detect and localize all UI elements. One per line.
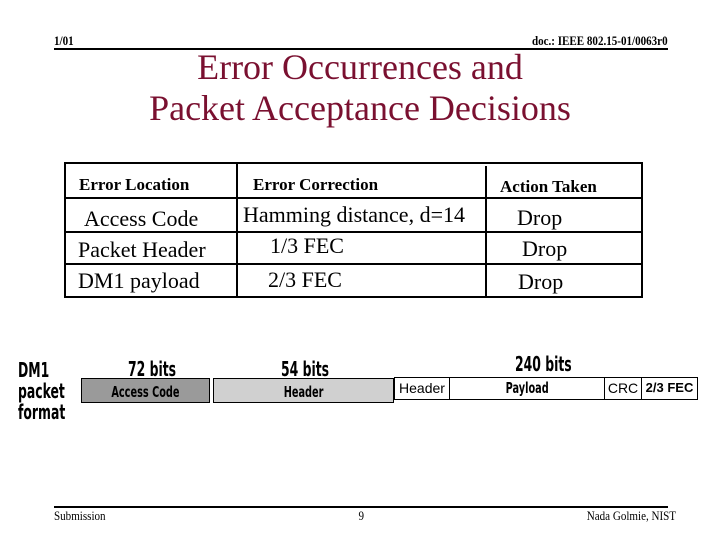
crc-field: CRC [604, 377, 642, 400]
diagram-label-line: packet [18, 379, 65, 403]
page-number: 9 [358, 508, 365, 523]
field-label: CRC [607, 380, 639, 396]
header-segment: Header [213, 378, 394, 403]
payload-header-field: Header [394, 377, 450, 400]
field-label: 2/3 FEC [645, 380, 694, 395]
payload-bit-count: 240 bits [515, 352, 572, 376]
footer-author: Nada Golmie, NIST [586, 508, 676, 523]
payload-field: Payload [449, 377, 605, 400]
field-label: Header [399, 380, 445, 396]
field-label: Payload [505, 379, 549, 397]
segment-label: Access Code [111, 383, 180, 401]
fec-field: 2/3 FEC [641, 377, 698, 400]
segment-label: Header [283, 383, 324, 401]
access-code-segment: Access Code [81, 378, 210, 403]
diagram-label-line: DM1 [18, 358, 50, 382]
diagram-label: DM1 packet format [18, 360, 65, 423]
footer-submission: Submission [54, 508, 106, 523]
packet-format-diagram: DM1 packet format 72 bits 54 bits 240 bi… [0, 0, 720, 540]
diagram-label-line: format [18, 400, 66, 424]
